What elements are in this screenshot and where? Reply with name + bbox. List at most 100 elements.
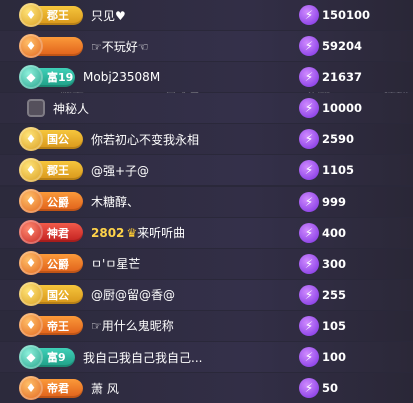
rank-emblem-icon: ♦ <box>19 126 43 151</box>
rank-emblem-icon <box>27 98 45 117</box>
rank-emblem-icon: ♦ <box>19 220 43 245</box>
rank-badge: ◆ 富19 <box>19 64 75 89</box>
lightning-icon: ⚡ <box>299 67 319 88</box>
lightning-icon: ⚡ <box>299 284 319 305</box>
user-name-text: ㅁ'ㅁ星芒 <box>91 257 141 272</box>
contribution-score: ⚡ 2590 <box>299 129 355 150</box>
contribution-score: ⚡ 105 <box>299 315 347 336</box>
user-name[interactable]: 神秘人 <box>53 100 89 117</box>
rank-emblem-icon: ◆ <box>19 64 43 89</box>
contribution-score: ⚡ 21637 <box>299 67 363 88</box>
user-name[interactable]: 你若初心不变我永相 <box>91 131 199 148</box>
contribution-score: ⚡ 999 <box>299 191 347 212</box>
rank-badge-label: 郡王 <box>47 164 69 178</box>
lightning-icon: ⚡ <box>299 347 319 368</box>
score-value: 2590 <box>322 132 355 147</box>
score-value: 59204 <box>322 39 363 54</box>
user-name-text: @厨@留@香@ <box>91 288 176 303</box>
contribution-score: ⚡ 1105 <box>299 160 355 181</box>
ranking-row[interactable]: ♦ 公爵 ㅁ'ㅁ星芒 ⚡ 300 <box>0 248 413 279</box>
score-value: 255 <box>322 287 347 302</box>
ranking-row[interactable]: ♦ ☞不玩好☜ ⚡ 59204 <box>0 31 413 62</box>
user-name-text: Mobj23508M <box>83 70 161 85</box>
user-level-number: 2802 <box>91 226 125 241</box>
rank-badge <box>23 98 45 118</box>
rank-badge: ♦ 神君 <box>19 220 83 245</box>
user-name[interactable]: @厨@留@香@ <box>91 286 175 303</box>
user-name[interactable]: ☞用什么鬼昵称 <box>91 317 174 334</box>
rank-badge: ♦ 郡王 <box>19 2 83 27</box>
rank-emblem-icon: ♦ <box>19 157 43 182</box>
user-name-text: ☞不玩好☜ <box>91 39 149 54</box>
lightning-icon: ⚡ <box>299 378 319 399</box>
ranking-row[interactable]: ♦ 公爵 木糖醇、 ⚡ 999 <box>0 186 413 217</box>
contribution-score: ⚡ 50 <box>299 378 339 399</box>
score-value: 10000 <box>322 101 363 116</box>
score-value: 1105 <box>322 163 355 178</box>
user-name-text: ☞用什么鬼昵称 <box>91 319 174 334</box>
user-name[interactable]: ㅁ'ㅁ星芒 <box>91 255 140 272</box>
score-value: 999 <box>322 194 347 209</box>
score-value: 105 <box>322 318 347 333</box>
score-value: 400 <box>322 225 347 240</box>
user-name[interactable]: 我自己我自己我自己... <box>83 349 202 366</box>
user-name[interactable]: ☞不玩好☜ <box>91 38 149 55</box>
rank-emblem-icon: ◆ <box>19 344 43 369</box>
ranking-row[interactable]: ♦ 帝君 萧 风 ⚡ 50 <box>0 373 413 403</box>
lightning-icon: ⚡ <box>299 191 319 212</box>
ranking-row[interactable]: ♦ 神君 2802 ♛来听听曲 ⚡ 400 <box>0 217 413 248</box>
contribution-score: ⚡ 10000 <box>299 98 363 119</box>
rank-badge-label: 富9 <box>47 351 66 365</box>
ranking-row[interactable]: 神秘人 ⚡ 10000 <box>0 93 413 124</box>
score-value: 21637 <box>322 70 363 85</box>
score-value: 300 <box>322 256 347 271</box>
contribution-score: ⚡ 400 <box>299 222 347 243</box>
rank-badge: ♦ 国公 <box>19 126 83 151</box>
lightning-icon: ⚡ <box>299 160 319 181</box>
ranking-row[interactable]: ◆ 富19 Mobj23508M ⚡ 21637 <box>0 62 413 93</box>
rank-badge: ♦ 国公 <box>19 282 83 307</box>
user-name[interactable]: 只见♥ <box>91 7 126 24</box>
rank-emblem-icon: ♦ <box>19 189 43 214</box>
score-value: 150100 <box>322 8 371 22</box>
rank-badge-label: 富19 <box>47 71 74 85</box>
user-name[interactable]: 2802 ♛来听听曲 <box>91 224 185 241</box>
user-name[interactable]: Mobj23508M <box>83 70 160 84</box>
lightning-icon: ⚡ <box>299 129 319 150</box>
ranking-row[interactable]: ◆ 富9 我自己我自己我自己... ⚡ 100 <box>0 342 413 373</box>
rank-emblem-icon: ♦ <box>19 375 43 400</box>
contribution-score: ⚡ 300 <box>299 253 347 274</box>
user-name-text: 萧 风 <box>91 381 119 396</box>
rank-badge-label: 帝君 <box>47 382 69 396</box>
rank-badge: ♦ 郡王 <box>19 157 83 182</box>
user-name-text: 我自己我自己我自己... <box>83 350 203 365</box>
contribution-score: ⚡ 100 <box>299 347 347 368</box>
rank-badge-label: 国公 <box>47 288 69 302</box>
user-name-text: 神秘人 <box>53 101 90 116</box>
lightning-icon: ⚡ <box>299 36 319 57</box>
ranking-row[interactable]: ♦ 国公 @厨@留@香@ ⚡ 255 <box>0 279 413 310</box>
rank-badge-label: 神君 <box>47 226 69 240</box>
user-name-text: 来听听曲 <box>137 226 186 241</box>
lightning-icon: ⚡ <box>299 253 319 274</box>
user-name-text: @强+子@ <box>91 163 150 178</box>
rank-badge: ◆ 富9 <box>19 344 75 369</box>
rank-badge: ♦ <box>19 33 83 58</box>
ranking-row[interactable]: ♦ 帝王 ☞用什么鬼昵称 ⚡ 105 <box>0 310 413 341</box>
rank-emblem-icon: ♦ <box>19 33 43 58</box>
contribution-ranking-panel: 聊天 点才艺 礼物 活动 ♦郡王只见♥⚡150100♦☞不玩好☜⚡59204◆富… <box>0 0 413 403</box>
rank-badge: ♦ 公爵 <box>19 189 83 214</box>
rank-badge-label: 公爵 <box>47 195 69 209</box>
rank-badge: ♦ 帝王 <box>19 313 83 338</box>
score-value: 100 <box>322 350 347 365</box>
user-name[interactable]: @强+子@ <box>91 162 149 179</box>
ranking-row[interactable]: ♦ 国公 你若初心不变我永相 ⚡ 2590 <box>0 124 413 155</box>
contribution-score: ⚡ 150100 <box>299 5 370 25</box>
user-name[interactable]: 萧 风 <box>91 380 119 397</box>
ranking-row[interactable]: ♦ 郡王 @强+子@ ⚡ 1105 <box>0 155 413 186</box>
ranking-row[interactable]: ♦ 郡王 只见♥ ⚡ 150100 <box>0 0 413 30</box>
rank-badge-label: 公爵 <box>47 257 69 271</box>
score-value: 50 <box>322 381 339 396</box>
rank-badge-label: 郡王 <box>47 9 69 22</box>
user-name[interactable]: 木糖醇、 <box>91 193 139 210</box>
